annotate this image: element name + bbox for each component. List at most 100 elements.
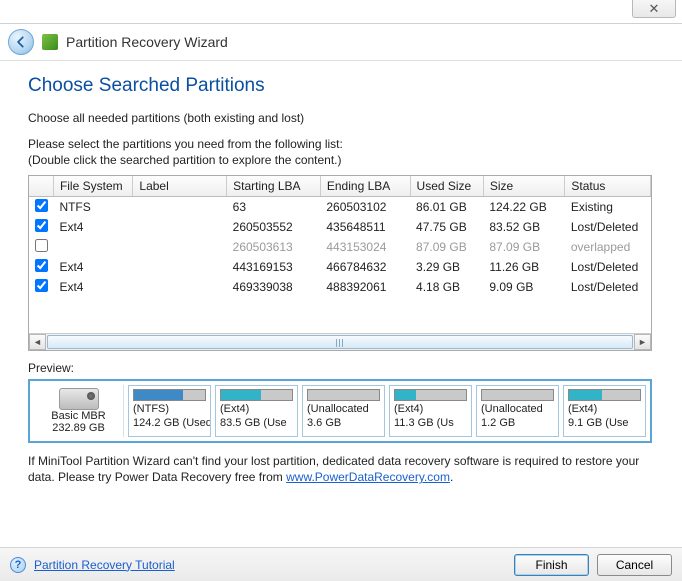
- cell-used: 3.29 GB: [410, 257, 483, 277]
- col-status[interactable]: Status: [565, 176, 651, 197]
- partition-name: (Unallocated: [481, 403, 554, 415]
- preview-label: Preview:: [28, 361, 654, 375]
- data-recovery-link[interactable]: www.PowerDataRecovery.com: [286, 470, 450, 484]
- cell-start: 443169153: [227, 257, 321, 277]
- col-start-lba[interactable]: Starting LBA: [227, 176, 321, 197]
- col-end-lba[interactable]: Ending LBA: [320, 176, 410, 197]
- cell-used: 86.01 GB: [410, 197, 483, 218]
- cell-fs: Ext4: [53, 277, 132, 297]
- preview-partition[interactable]: (Ext4)83.5 GB (Use: [215, 385, 298, 437]
- cell-end: 260503102: [320, 197, 410, 218]
- preview-partition[interactable]: (NTFS) 124.2 GB (Used: 69%: [128, 385, 211, 437]
- disk-name: Basic MBR: [51, 410, 105, 422]
- table-row[interactable]: Ext44693390384883920614.18 GB9.09 GBLost…: [29, 277, 651, 297]
- row-checkbox[interactable]: [35, 199, 48, 212]
- page-subtitle-1: Choose all needed partitions (both exist…: [28, 111, 654, 125]
- scroll-left-button[interactable]: ◄: [29, 334, 46, 350]
- cell-status: Existing: [565, 197, 651, 218]
- cell-start: 63: [227, 197, 321, 218]
- usage-bar: [220, 389, 293, 401]
- partition-name: (Ext4): [394, 403, 467, 415]
- preview-partition[interactable]: (Ext4) 9.1 GB (Use: [563, 385, 646, 437]
- cell-end: 435648511: [320, 217, 410, 237]
- cell-label: [133, 257, 227, 277]
- page-subtitle-3: (Double click the searched partition to …: [28, 153, 654, 167]
- usage-bar: [133, 389, 206, 401]
- table-header-row: File System Label Starting LBA Ending LB…: [29, 176, 651, 197]
- arrow-left-icon: [14, 35, 28, 49]
- cell-fs: Ext4: [53, 217, 132, 237]
- usage-bar: [394, 389, 467, 401]
- table-row[interactable]: Ext426050355243564851147.75 GB83.52 GBLo…: [29, 217, 651, 237]
- page-subtitle-2: Please select the partitions you need fr…: [28, 137, 654, 151]
- cell-used: 4.18 GB: [410, 277, 483, 297]
- col-size[interactable]: Size: [483, 176, 565, 197]
- cell-fs: [53, 237, 132, 257]
- cell-label: [133, 237, 227, 257]
- partitions-table-wrap: File System Label Starting LBA Ending LB…: [28, 175, 652, 351]
- table-row[interactable]: 26050361344315302487.09 GB87.09 GBoverla…: [29, 237, 651, 257]
- window-close-button[interactable]: ✕: [632, 0, 676, 18]
- cell-label: [133, 217, 227, 237]
- partition-detail: 11.3 GB (Us: [394, 417, 467, 429]
- back-button[interactable]: [8, 29, 34, 55]
- header-bar: Partition Recovery Wizard: [0, 24, 682, 61]
- tutorial-link[interactable]: Partition Recovery Tutorial: [34, 558, 175, 572]
- cell-fs: Ext4: [53, 257, 132, 277]
- row-checkbox[interactable]: [35, 279, 48, 292]
- footer-note: If MiniTool Partition Wizard can't find …: [28, 453, 652, 485]
- partition-name: (Ext4): [568, 403, 641, 415]
- bottom-bar: ? Partition Recovery Tutorial Finish Can…: [0, 547, 682, 581]
- cell-fs: NTFS: [53, 197, 132, 218]
- partitions-table: File System Label Starting LBA Ending LB…: [29, 176, 651, 297]
- partition-detail: 9.1 GB (Use: [568, 417, 641, 429]
- cell-label: [133, 277, 227, 297]
- table-blank-area: [29, 297, 651, 333]
- horizontal-scrollbar[interactable]: ◄ ►: [29, 333, 651, 350]
- cell-used: 87.09 GB: [410, 237, 483, 257]
- header-title: Partition Recovery Wizard: [66, 34, 228, 50]
- cell-label: [133, 197, 227, 218]
- close-icon: ✕: [649, 1, 660, 17]
- page-title: Choose Searched Partitions: [28, 75, 654, 97]
- cell-size: 83.52 GB: [483, 217, 565, 237]
- col-used-size[interactable]: Used Size: [410, 176, 483, 197]
- help-icon[interactable]: ?: [10, 557, 26, 573]
- preview-partition[interactable]: (Unallocated 3.6 GB: [302, 385, 385, 437]
- finish-button[interactable]: Finish: [514, 554, 589, 576]
- preview-disk[interactable]: Basic MBR 232.89 GB: [34, 385, 124, 437]
- partition-detail: 3.6 GB: [307, 417, 380, 429]
- cell-status: Lost/Deleted: [565, 217, 651, 237]
- row-checkbox[interactable]: [35, 219, 48, 232]
- cell-end: 466784632: [320, 257, 410, 277]
- col-label[interactable]: Label: [133, 176, 227, 197]
- cell-size: 87.09 GB: [483, 237, 565, 257]
- disk-icon: [59, 388, 99, 410]
- preview-partition[interactable]: (Unallocated 1.2 GB: [476, 385, 559, 437]
- disk-size: 232.89 GB: [52, 422, 105, 434]
- partition-detail: 83.5 GB (Use: [220, 417, 293, 429]
- app-icon: [42, 34, 58, 50]
- partition-name: (Unallocated: [307, 403, 380, 415]
- cancel-button[interactable]: Cancel: [597, 554, 672, 576]
- row-checkbox[interactable]: [35, 239, 48, 252]
- window-titlebar: ✕: [0, 0, 682, 24]
- cell-start: 260503613: [227, 237, 321, 257]
- col-checkbox[interactable]: [29, 176, 53, 197]
- partition-detail: 1.2 GB: [481, 417, 554, 429]
- preview-box: Basic MBR 232.89 GB (NTFS) 124.2 GB (Used…: [28, 379, 652, 443]
- cell-status: Lost/Deleted: [565, 277, 651, 297]
- col-filesystem[interactable]: File System: [53, 176, 132, 197]
- usage-bar: [307, 389, 380, 401]
- scroll-right-button[interactable]: ►: [634, 334, 651, 350]
- table-row[interactable]: Ext44431691534667846323.29 GB11.26 GBLos…: [29, 257, 651, 277]
- cell-end: 443153024: [320, 237, 410, 257]
- preview-partition[interactable]: (Ext4) 11.3 GB (Us: [389, 385, 472, 437]
- scroll-thumb[interactable]: [47, 335, 633, 349]
- partition-name: (NTFS): [133, 403, 206, 415]
- partition-detail: 124.2 GB (Used: 69%: [133, 417, 206, 429]
- row-checkbox[interactable]: [35, 259, 48, 272]
- cell-end: 488392061: [320, 277, 410, 297]
- cell-size: 11.26 GB: [483, 257, 565, 277]
- table-row[interactable]: NTFS6326050310286.01 GB124.22 GBExisting: [29, 197, 651, 218]
